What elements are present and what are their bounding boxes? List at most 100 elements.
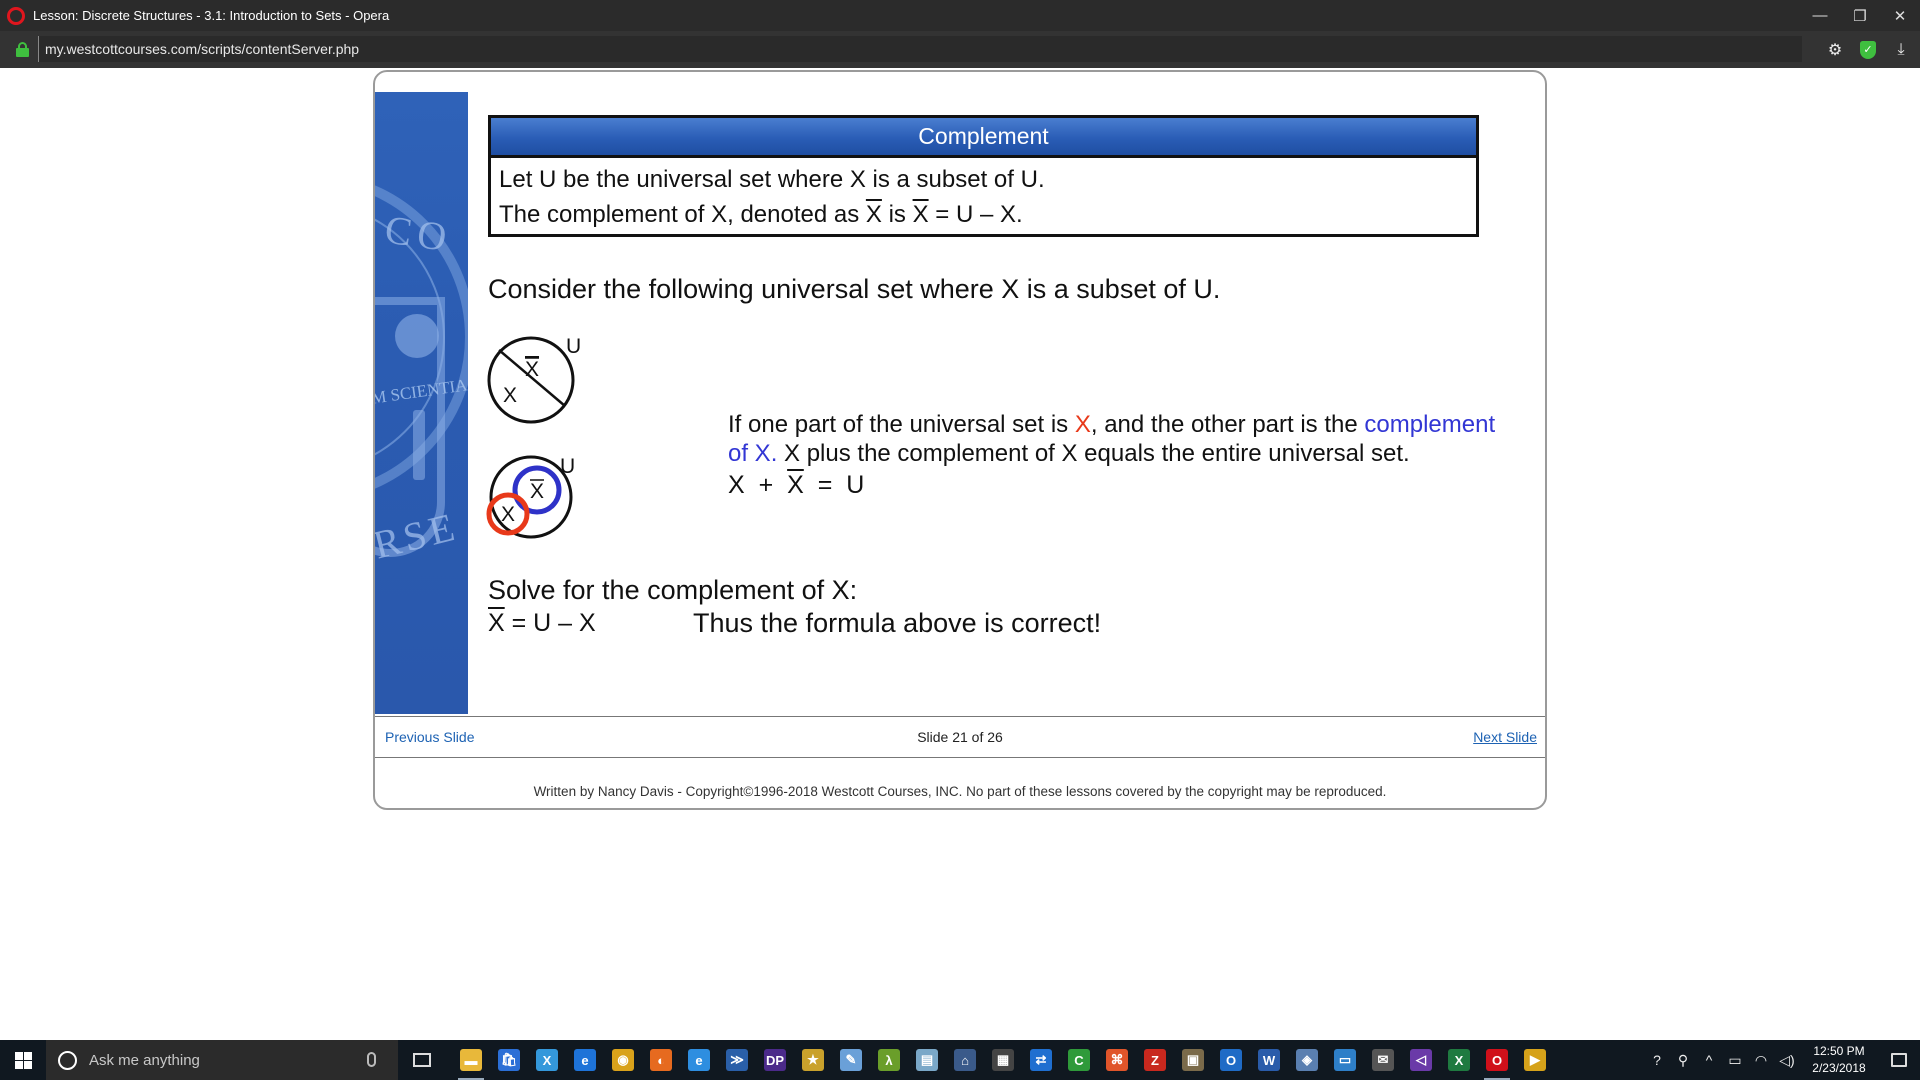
close-button[interactable]: ✕ <box>1880 0 1920 31</box>
url-text[interactable]: my.westcottcourses.com/scripts/contentSe… <box>45 41 359 57</box>
system-tray: ? ⚲ ^ ▭ ◠ ◁) 12:50 PM 2/23/2018 <box>1644 1040 1920 1080</box>
taskbar-app-notes[interactable]: ▤ <box>908 1040 946 1080</box>
sum-equation: X + X = U <box>728 471 864 500</box>
paint-icon: ✎ <box>840 1049 862 1071</box>
solve-conclusion: Thus the formula above is correct! <box>693 608 1102 638</box>
visual-studio-icon: ◁ <box>1410 1049 1432 1071</box>
window-title: Lesson: Discrete Structures - 3.1: Intro… <box>33 8 390 23</box>
previous-slide-link[interactable]: Previous Slide <box>385 729 475 745</box>
taskbar-app-chrome[interactable]: ◉ <box>604 1040 642 1080</box>
venn-diagram-2: U X X <box>486 455 575 539</box>
taskbar-app-lambda[interactable]: λ <box>870 1040 908 1080</box>
taskbar-app-outlook[interactable]: O <box>1212 1040 1250 1080</box>
taskbar-app-paint[interactable]: ✎ <box>832 1040 870 1080</box>
filezilla-icon: Z <box>1144 1049 1166 1071</box>
search-placeholder: Ask me anything <box>89 1051 200 1069</box>
taskbar-app-teamviewer[interactable]: ⇄ <box>1022 1040 1060 1080</box>
explanation-part-1: If one part of the universal set is <box>728 411 1075 438</box>
url-field[interactable]: my.westcottcourses.com/scripts/contentSe… <box>38 36 1802 62</box>
taskbar-app-visual-studio[interactable]: ◁ <box>1402 1040 1440 1080</box>
x-complement-symbol: X <box>865 201 882 228</box>
taskbar-app-tool[interactable]: ⌘ <box>1098 1040 1136 1080</box>
taskbar-app-media[interactable]: ▣ <box>1174 1040 1212 1080</box>
slide-nav: Slide 21 of 26 Previous Slide Next Slide <box>375 716 1545 758</box>
next-slide-link[interactable]: Next Slide <box>1473 729 1537 745</box>
download-icon[interactable]: ⤓ <box>1892 41 1910 59</box>
consider-text: Consider the following universal set whe… <box>488 274 1221 304</box>
powershell-icon: ≫ <box>726 1049 748 1071</box>
taskbar-app-camtasia[interactable]: C <box>1060 1040 1098 1080</box>
clock-date: 2/23/2018 <box>1812 1061 1866 1075</box>
outlook-icon: O <box>1220 1049 1242 1071</box>
venn1-complement-label: X <box>525 358 539 381</box>
camtasia-icon: C <box>1068 1049 1090 1071</box>
taskbar-app-word[interactable]: W <box>1250 1040 1288 1080</box>
taskbar-app-star-app[interactable]: ★ <box>794 1040 832 1080</box>
people-icon[interactable]: ⚲ <box>1670 1040 1696 1080</box>
opera-logo-icon[interactable] <box>7 6 25 25</box>
file-explorer-icon: ▬ <box>460 1049 482 1071</box>
solve-eq-rest: = U – X <box>504 609 596 637</box>
cortana-search-box[interactable]: Ask me anything <box>46 1040 398 1080</box>
taskbar-app-xamarin[interactable]: X <box>528 1040 566 1080</box>
taskbar-app-opera[interactable]: O <box>1478 1040 1516 1080</box>
clock[interactable]: 12:50 PM 2/23/2018 <box>1800 1043 1878 1077</box>
taskbar-app-remote-desktop[interactable]: ▭ <box>1326 1040 1364 1080</box>
explanation-text: If one part of the universal set is X, a… <box>728 410 1495 468</box>
title-bar: Lesson: Discrete Structures - 3.1: Intro… <box>0 0 1920 31</box>
task-view-button[interactable] <box>398 1040 446 1080</box>
cortana-icon <box>58 1050 77 1070</box>
taskbar-app-calculator[interactable]: ▦ <box>984 1040 1022 1080</box>
taskbar-app-dreamweaver[interactable]: DP <box>756 1040 794 1080</box>
taskbar-app-excel[interactable]: X <box>1440 1040 1478 1080</box>
battery-icon[interactable]: ▭ <box>1722 1040 1748 1080</box>
eq-x-complement: X <box>787 471 804 499</box>
chevron-up-icon[interactable]: ^ <box>1696 1040 1722 1080</box>
windows-logo-icon <box>14 1051 32 1069</box>
definition-line-2: The complement of X, denoted as X is X =… <box>499 197 1476 232</box>
taskbar-app-powershell[interactable]: ≫ <box>718 1040 756 1080</box>
opera-icon: O <box>1486 1049 1508 1071</box>
restore-button[interactable]: ❐ <box>1840 0 1880 31</box>
explanation-line-2: of X. X plus the complement of X equals … <box>728 439 1495 468</box>
taskbar-app-firefox[interactable]: ◐ <box>642 1040 680 1080</box>
copyright-footer: Written by Nancy Davis - Copyright©1996-… <box>533 784 1387 799</box>
taskbar-app-network[interactable]: ⌂ <box>946 1040 984 1080</box>
gear-icon[interactable]: ⚙ <box>1826 41 1844 59</box>
wifi-icon[interactable]: ◠ <box>1748 1040 1774 1080</box>
taskbar-app-vmware[interactable]: ◈ <box>1288 1040 1326 1080</box>
mail-icon: ✉ <box>1372 1049 1394 1071</box>
tool-icon: ⌘ <box>1106 1049 1128 1071</box>
media-icon: ▣ <box>1182 1049 1204 1071</box>
volume-icon[interactable]: ◁) <box>1774 1040 1800 1080</box>
venn-diagram-1: U X X <box>487 335 581 424</box>
solve-x-complement: X <box>488 609 505 637</box>
vpn-shield-icon[interactable]: ✓ <box>1860 40 1876 59</box>
explanation-part-3: X plus the complement of X equals the en… <box>777 440 1410 467</box>
taskbar-app-slides-app[interactable]: ▶ <box>1516 1040 1554 1080</box>
definition-body: Let U be the universal set where X is a … <box>491 158 1476 232</box>
taskbar-app-file-explorer[interactable]: ▬ <box>452 1040 490 1080</box>
venn2-universe-label: U <box>560 455 575 478</box>
taskbar-app-filezilla[interactable]: Z <box>1136 1040 1174 1080</box>
side-banner: CO M SCIENTIA RSE <box>375 92 468 714</box>
explanation-line-1: If one part of the universal set is X, a… <box>728 410 1495 439</box>
slides-app-icon: ▶ <box>1524 1049 1546 1071</box>
taskbar-app-mail[interactable]: ✉ <box>1364 1040 1402 1080</box>
help-icon[interactable]: ? <box>1644 1040 1670 1080</box>
start-button[interactable] <box>0 1040 46 1080</box>
network-icon: ⌂ <box>954 1049 976 1071</box>
solve-heading: Solve for the complement of X: <box>488 575 858 605</box>
taskbar-app-store[interactable]: 🛍 <box>490 1040 528 1080</box>
taskbar-apps: ▬ 🛍 Xe ◉ ◐ e ≫ DP ★ ✎ λ ▤ ⌂ ▦ ⇄ C ⌘ Z ▣ O W ◈ ▭ ✉ ◁ X O ▶ <box>452 1040 1554 1080</box>
x-complement-symbol: X <box>912 201 929 228</box>
microphone-icon[interactable] <box>367 1052 376 1067</box>
minimize-button[interactable]: — <box>1800 0 1840 31</box>
vmware-icon: ◈ <box>1296 1049 1318 1071</box>
lock-icon[interactable] <box>16 42 29 57</box>
taskbar-app-ie[interactable]: e <box>680 1040 718 1080</box>
store-icon: 🛍 <box>498 1049 520 1071</box>
action-center-icon[interactable] <box>1878 1040 1920 1080</box>
x-highlight: X <box>1074 411 1091 438</box>
taskbar-app-edge[interactable]: e <box>566 1040 604 1080</box>
